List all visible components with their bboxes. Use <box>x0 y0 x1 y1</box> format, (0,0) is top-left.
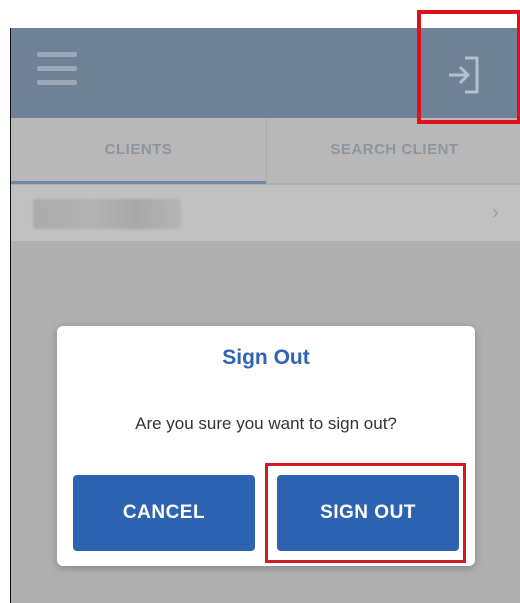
redacted-client-name <box>33 199 181 229</box>
tab-clients[interactable]: CLIENTS <box>11 118 266 184</box>
tab-bar: CLIENTS SEARCH CLIENT <box>11 118 520 184</box>
dialog-title: Sign Out <box>222 346 310 369</box>
dialog-message: Are you sure you want to sign out? <box>135 414 397 433</box>
hamburger-menu-icon[interactable] <box>37 50 77 90</box>
chevron-right-icon: › <box>491 199 499 224</box>
client-list-item[interactable]: › <box>11 185 520 242</box>
sign-out-icon-highlight <box>417 10 520 124</box>
sign-out-button-highlight <box>265 463 466 563</box>
tab-search-client[interactable]: SEARCH CLIENT <box>266 118 520 181</box>
cancel-button[interactable]: CANCEL <box>73 475 255 551</box>
